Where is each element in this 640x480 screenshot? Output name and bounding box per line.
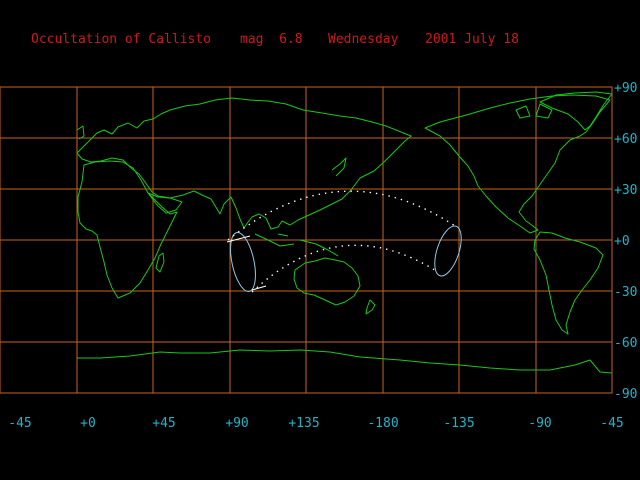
coastline-south-america xyxy=(533,231,604,335)
coastline-australia xyxy=(293,257,361,306)
coastline-madagascar xyxy=(155,252,165,273)
lat-label: +30 xyxy=(614,183,637,198)
lon-label: +90 xyxy=(225,416,248,431)
coastline-north-america xyxy=(424,94,611,234)
coastline-africa xyxy=(77,160,178,299)
coastline-indonesia xyxy=(254,233,339,257)
occultation-limb-east xyxy=(434,225,462,277)
longitude-labels: -45 +0 +45 +90 +135 -180 -135 -90 -45 xyxy=(8,416,623,431)
coastline-eurasia xyxy=(76,97,412,230)
lat-label: +0 xyxy=(614,234,630,249)
lon-label: +0 xyxy=(80,416,96,431)
lat-label: -90 xyxy=(614,387,637,402)
coastline-japan xyxy=(331,157,347,177)
latitude-labels: +90 +60 +30 +0 -30 -60 -90 xyxy=(614,81,637,402)
map-window: Occultation of Callisto mag 6.8 Wednesda… xyxy=(0,0,640,480)
lon-label: -45 xyxy=(600,416,623,431)
lon-label: +45 xyxy=(152,416,175,431)
coastline-new-zealand xyxy=(365,299,376,315)
southern-limit-dotted xyxy=(251,244,439,293)
coastlines xyxy=(76,91,613,374)
lat-label: +90 xyxy=(614,81,637,96)
lon-label: -135 xyxy=(443,416,474,431)
lat-label: -30 xyxy=(614,285,637,300)
lon-label: +135 xyxy=(288,416,319,431)
coastline-canadian-islands xyxy=(515,103,553,119)
lon-label: -90 xyxy=(528,416,551,431)
lat-label: +60 xyxy=(614,132,637,147)
coastline-uk xyxy=(76,125,85,140)
occultation-path xyxy=(226,190,462,293)
lon-label: -180 xyxy=(367,416,398,431)
graticule-grid xyxy=(0,86,613,394)
lon-label: -45 xyxy=(8,416,31,431)
coastline-antarctica xyxy=(77,349,613,374)
lat-label: -60 xyxy=(614,336,637,351)
world-map: +90 +60 +30 +0 -30 -60 -90 -45 +0 +45 +9… xyxy=(0,81,637,431)
